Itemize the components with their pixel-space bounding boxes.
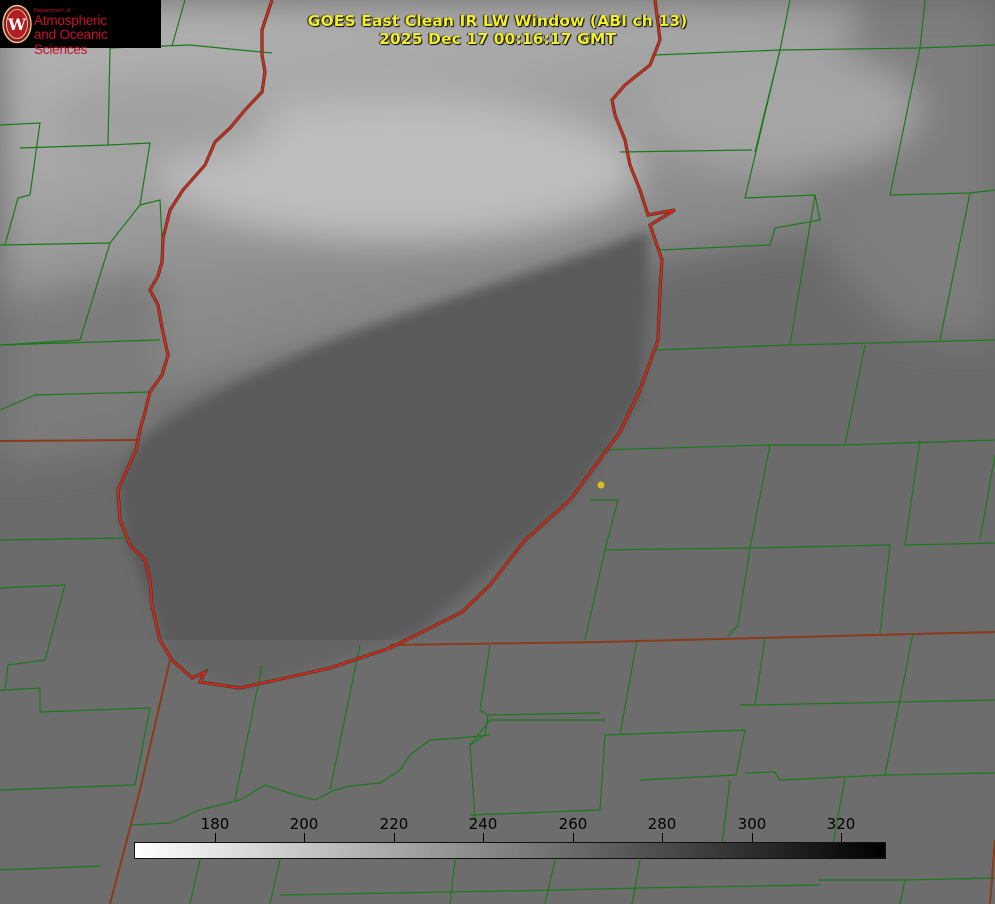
colorbar-tick [304, 833, 305, 842]
colorbar-tick-label: 320 [826, 815, 856, 833]
colorbar-tick [662, 833, 663, 842]
image-timestamp: 2025 Dec 17 00:16:17 GMT [378, 30, 617, 48]
colorbar-tick [841, 833, 842, 842]
colorbar-tick [573, 833, 574, 842]
colorbar-tick [215, 833, 216, 842]
location-marker [597, 481, 605, 489]
colorbar-tick-label: 300 [737, 815, 767, 833]
colorbar-tick [752, 833, 753, 842]
colorbar-tick-label: 240 [468, 815, 498, 833]
colorbar-tick [394, 833, 395, 842]
colorbar-tick-label: 260 [558, 815, 588, 833]
colorbar-tick-label: 220 [379, 815, 409, 833]
colorbar-tick-label: 180 [200, 815, 230, 833]
colorbar-tick-label: 280 [647, 815, 677, 833]
image-title: GOES East Clean IR LW Window (ABI ch 13) [307, 12, 688, 30]
colorbar-tick [483, 833, 484, 842]
colorbar-tick-label: 200 [289, 815, 319, 833]
ir-satellite-map [0, 0, 995, 904]
satellite-image-view: W Department of Atmospheric and Oceanic … [0, 0, 995, 904]
temperature-colorbar [134, 842, 886, 859]
